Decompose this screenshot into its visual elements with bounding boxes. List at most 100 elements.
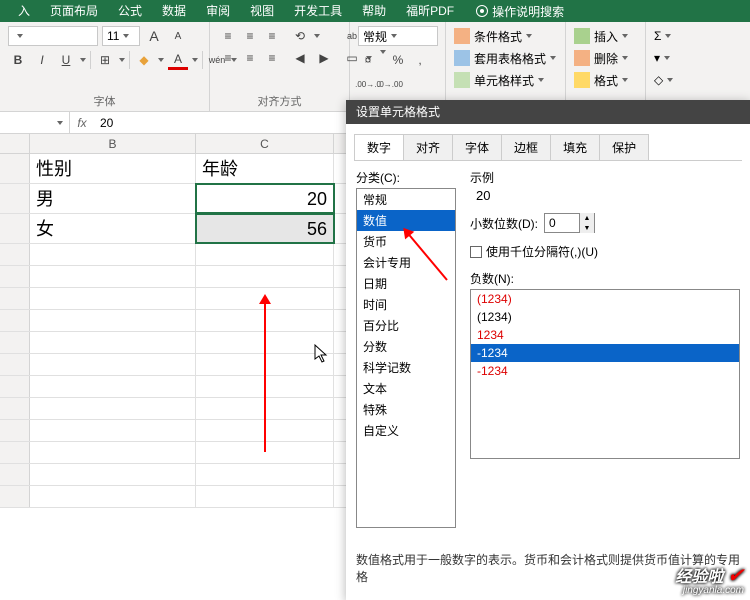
decrease-decimal-button[interactable]: .0→.00 bbox=[380, 74, 400, 94]
chevron-down-icon[interactable] bbox=[158, 58, 164, 62]
chevron-down-icon[interactable] bbox=[119, 58, 125, 62]
align-middle-icon[interactable]: ≡ bbox=[240, 26, 260, 46]
font-name-dropdown[interactable] bbox=[8, 26, 98, 46]
tell-me-label: 操作说明搜索 bbox=[492, 3, 564, 20]
comma-button[interactable]: , bbox=[410, 50, 430, 70]
thousands-checkbox[interactable]: 使用千位分隔符(,)(U) bbox=[470, 243, 740, 260]
ribbon: 11 A A B I U ⊞ ◆ A bbox=[0, 22, 750, 112]
spin-up-icon[interactable]: ▲ bbox=[580, 213, 594, 223]
list-item[interactable]: 1234 bbox=[471, 326, 739, 344]
indent-dec-button[interactable]: ◀ bbox=[290, 48, 310, 68]
cell-selected[interactable]: 20 bbox=[196, 184, 334, 213]
list-item[interactable]: 自定义 bbox=[357, 420, 455, 441]
fill-color-button[interactable]: ◆ bbox=[134, 50, 154, 70]
ribbon-tab[interactable]: 审阅 bbox=[196, 0, 240, 22]
dialog-tabs: 数字 对齐 字体 边框 填充 保护 bbox=[346, 124, 750, 160]
font-size-dropdown[interactable]: 11 bbox=[102, 26, 140, 46]
row-header[interactable] bbox=[0, 184, 30, 213]
list-item[interactable]: -1234 bbox=[471, 362, 739, 380]
border-button[interactable]: ⊞ bbox=[95, 50, 115, 70]
negative-listbox[interactable]: (1234) (1234) 1234 -1234 -1234 bbox=[470, 289, 740, 459]
watermark: 经验啦✔ jingyanla.com bbox=[675, 566, 744, 596]
fx-icon[interactable]: fx bbox=[70, 116, 94, 130]
clear-button[interactable]: ◇ bbox=[654, 70, 673, 90]
delete-cells-button[interactable]: 删除 bbox=[574, 48, 628, 68]
insert-cells-button[interactable]: 插入 bbox=[574, 26, 628, 46]
cell-selected[interactable]: 56 bbox=[196, 214, 334, 243]
ribbon-tab[interactable]: 公式 bbox=[108, 0, 152, 22]
ribbon-tab[interactable]: 入 bbox=[8, 0, 40, 22]
column-header[interactable]: C bbox=[196, 134, 334, 153]
row-header[interactable] bbox=[0, 154, 30, 183]
cell-styles-button[interactable]: 单元格样式 bbox=[454, 70, 556, 90]
list-item[interactable]: 文本 bbox=[357, 378, 455, 399]
cell[interactable]: 性别 bbox=[30, 154, 196, 183]
cond-format-icon bbox=[454, 28, 470, 44]
bold-button[interactable]: B bbox=[8, 50, 28, 70]
align-center-icon[interactable]: ≡ bbox=[240, 48, 260, 68]
list-item[interactable]: 常规 bbox=[357, 189, 455, 210]
tell-me[interactable]: 操作说明搜索 bbox=[476, 3, 564, 20]
list-item[interactable]: 分数 bbox=[357, 336, 455, 357]
name-box[interactable] bbox=[0, 112, 70, 133]
align-left-icon[interactable]: ≡ bbox=[218, 48, 238, 68]
cell[interactable]: 年龄 bbox=[196, 154, 334, 183]
fill-button[interactable]: ▾ bbox=[654, 48, 673, 68]
checkbox-icon bbox=[470, 246, 482, 258]
decimals-spinner[interactable]: ▲▼ bbox=[544, 213, 595, 233]
column-header[interactable]: B bbox=[30, 134, 196, 153]
dialog-tab-align[interactable]: 对齐 bbox=[403, 134, 453, 160]
cell[interactable]: 男 bbox=[30, 184, 196, 213]
indent-inc-button[interactable]: ▶ bbox=[314, 48, 334, 68]
dialog-tab-border[interactable]: 边框 bbox=[501, 134, 551, 160]
ribbon-tab[interactable]: 帮助 bbox=[352, 0, 396, 22]
decrease-font-icon[interactable]: A bbox=[168, 26, 188, 46]
font-color-button[interactable]: A bbox=[168, 50, 188, 70]
decimals-input[interactable] bbox=[545, 216, 579, 230]
currency-button[interactable]: ¤ bbox=[358, 50, 378, 70]
conditional-formatting-button[interactable]: 条件格式 bbox=[454, 26, 556, 46]
format-as-table-button[interactable]: 套用表格格式 bbox=[454, 48, 556, 68]
category-listbox[interactable]: 常规 数值 货币 会计专用 日期 时间 百分比 分数 科学记数 文本 特殊 自定… bbox=[356, 188, 456, 528]
underline-button[interactable]: U bbox=[56, 50, 76, 70]
chevron-down-icon[interactable] bbox=[80, 58, 86, 62]
italic-button[interactable]: I bbox=[32, 50, 52, 70]
ribbon-tab[interactable]: 视图 bbox=[240, 0, 284, 22]
spin-down-icon[interactable]: ▼ bbox=[580, 223, 594, 233]
group-label-font: 字体 bbox=[8, 91, 201, 109]
select-all-corner[interactable] bbox=[0, 134, 30, 153]
ribbon-tab[interactable]: 页面布局 bbox=[40, 0, 108, 22]
list-item[interactable]: 日期 bbox=[357, 273, 455, 294]
cell[interactable]: 女 bbox=[30, 214, 196, 243]
ribbon-tab[interactable]: 数据 bbox=[152, 0, 196, 22]
ribbon-tab[interactable]: 开发工具 bbox=[284, 0, 352, 22]
list-item[interactable]: 百分比 bbox=[357, 315, 455, 336]
dialog-tab-protect[interactable]: 保护 bbox=[599, 134, 649, 160]
negative-label: 负数(N): bbox=[470, 270, 740, 287]
list-item[interactable]: 科学记数 bbox=[357, 357, 455, 378]
autosum-button[interactable]: Σ bbox=[654, 26, 673, 46]
list-item[interactable]: 特殊 bbox=[357, 399, 455, 420]
list-item[interactable]: (1234) bbox=[471, 290, 739, 308]
align-right-icon[interactable]: ≡ bbox=[262, 48, 282, 68]
dialog-tab-fill[interactable]: 填充 bbox=[550, 134, 600, 160]
increase-decimal-button[interactable]: .00→.0 bbox=[358, 74, 378, 94]
format-cells-button[interactable]: 格式 bbox=[574, 70, 628, 90]
align-top-icon[interactable]: ≡ bbox=[218, 26, 238, 46]
dialog-title: 设置单元格格式 bbox=[346, 100, 750, 124]
orientation-button[interactable]: ⟲ bbox=[290, 26, 310, 46]
list-item[interactable]: (1234) bbox=[471, 308, 739, 326]
align-bottom-icon[interactable]: ≡ bbox=[262, 26, 282, 46]
increase-font-icon[interactable]: A bbox=[144, 26, 164, 46]
dialog-tab-font[interactable]: 字体 bbox=[452, 134, 502, 160]
example-label: 示例 bbox=[470, 169, 740, 186]
list-item[interactable]: 时间 bbox=[357, 294, 455, 315]
number-format-dropdown[interactable]: 常规 bbox=[358, 26, 438, 46]
dialog-tab-number[interactable]: 数字 bbox=[354, 134, 404, 160]
list-item[interactable]: -1234 bbox=[471, 344, 739, 362]
percent-button[interactable]: % bbox=[388, 50, 408, 70]
check-icon: ✔ bbox=[727, 565, 744, 587]
ribbon-tab[interactable]: 福昕PDF bbox=[396, 0, 464, 22]
chevron-down-icon[interactable] bbox=[192, 58, 198, 62]
row-header[interactable] bbox=[0, 214, 30, 243]
